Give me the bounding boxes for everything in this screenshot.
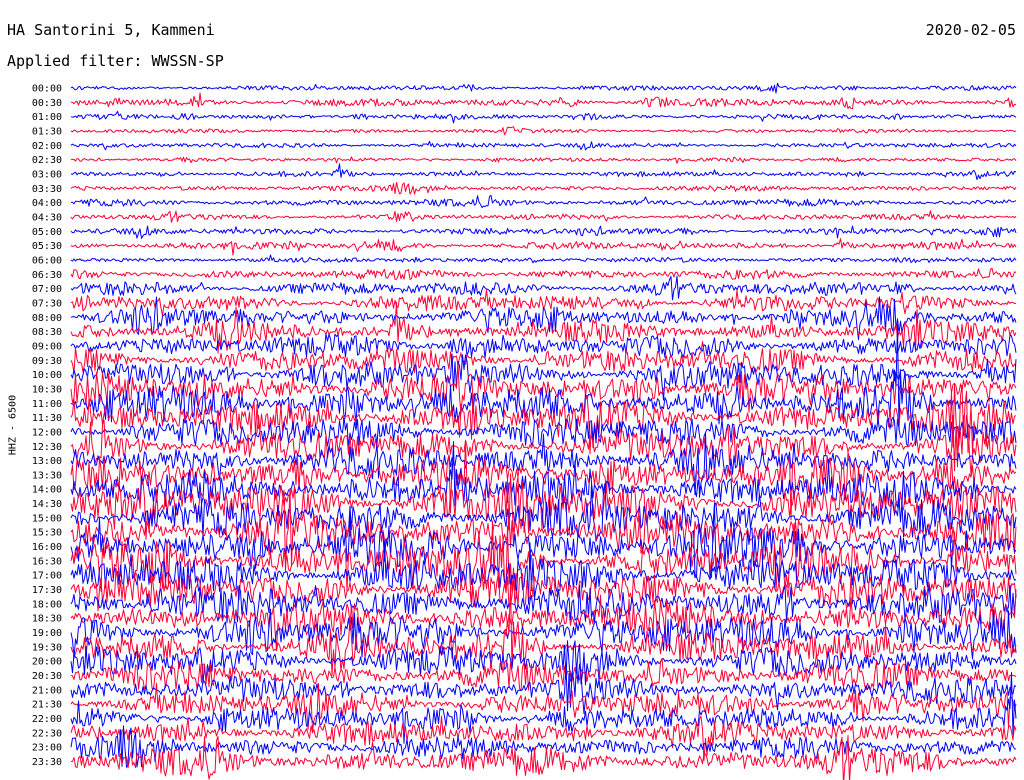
trace-row-0530: [70, 238, 1017, 256]
time-label-0030: 00:30: [32, 98, 62, 109]
time-label-0000: 00:00: [32, 84, 62, 95]
time-label-1600: 16:00: [32, 542, 62, 553]
time-label-2230: 22:30: [32, 728, 62, 739]
time-label-1030: 10:30: [32, 384, 62, 395]
time-label-1100: 11:00: [32, 399, 62, 410]
time-label-1330: 13:30: [32, 470, 62, 481]
trace-row-0200: [70, 140, 1017, 151]
traces: [70, 82, 1017, 780]
time-label-0700: 07:00: [32, 284, 62, 295]
trace-row-0000: [70, 82, 1017, 94]
time-label-1500: 15:00: [32, 513, 62, 524]
trace-row-0030: [71, 92, 1017, 110]
time-label-0900: 09:00: [32, 341, 62, 352]
trace-row-0230: [70, 156, 1017, 164]
trace-row-2330: [71, 734, 1017, 780]
time-label-2200: 22:00: [32, 714, 62, 725]
trace-row-0330: [70, 182, 1017, 195]
time-label-1230: 12:30: [32, 442, 62, 453]
time-label-0100: 01:00: [32, 112, 62, 123]
time-label-1400: 14:00: [32, 485, 62, 496]
time-label-1530: 15:30: [32, 528, 62, 539]
time-label-0800: 08:00: [32, 313, 62, 324]
time-label-1730: 17:30: [32, 585, 62, 596]
time-label-0230: 02:30: [32, 155, 62, 166]
time-label-2100: 21:00: [32, 685, 62, 696]
time-label-0600: 06:00: [32, 255, 62, 266]
time-label-1430: 14:30: [32, 499, 62, 510]
trace-row-0900: [70, 333, 1017, 359]
time-label-1830: 18:30: [32, 614, 62, 625]
time-label-1300: 13:00: [32, 456, 62, 467]
time-label-1200: 12:00: [32, 427, 62, 438]
trace-row-0300: [70, 163, 1017, 181]
time-label-2130: 21:30: [32, 700, 62, 711]
trace-row-0100: [70, 110, 1017, 124]
time-label-1130: 11:30: [32, 413, 62, 424]
time-label-0300: 03:00: [32, 169, 62, 180]
trace-row-0400: [70, 194, 1017, 209]
time-label-1800: 18:00: [32, 599, 62, 610]
time-label-2000: 20:00: [32, 657, 62, 668]
time-label-1000: 10:00: [32, 370, 62, 381]
time-label-2030: 20:30: [32, 671, 62, 682]
time-label-0330: 03:30: [32, 184, 62, 195]
trace-row-0430: [70, 210, 1017, 223]
helicorder-plot: 00:00 00:30 01:00 01:30 02:00 02:30 03:00 03:30…: [32, 82, 1017, 780]
time-label-1900: 19:00: [32, 628, 62, 639]
time-label-0430: 04:30: [32, 212, 62, 223]
time-label-0630: 06:30: [32, 270, 62, 281]
time-label-0530: 05:30: [32, 241, 62, 252]
time-label-0730: 07:30: [32, 298, 62, 309]
trace-row-0600: [70, 254, 1017, 264]
time-label-0130: 01:30: [32, 126, 62, 137]
time-label-0200: 02:00: [32, 141, 62, 152]
time-label-1930: 19:30: [32, 642, 62, 653]
time-label-1700: 17:00: [32, 571, 62, 582]
time-label-0500: 05:00: [32, 227, 62, 238]
time-labels: 00:00 00:30 01:00 01:30 02:00 02:30 03:00 03:30…: [32, 84, 62, 769]
trace-row-0630: [70, 267, 1017, 280]
time-label-2300: 23:00: [32, 743, 62, 754]
trace-row-0700: [70, 275, 1017, 301]
time-label-0930: 09:30: [32, 356, 62, 367]
time-label-0400: 04:00: [32, 198, 62, 209]
trace-row-1400: [70, 441, 1017, 509]
time-label-1630: 16:30: [32, 556, 62, 567]
trace-row-0500: [70, 225, 1017, 239]
time-label-0830: 08:30: [32, 327, 62, 338]
time-label-2330: 23:30: [32, 757, 62, 768]
trace-row-0130: [70, 126, 1017, 136]
